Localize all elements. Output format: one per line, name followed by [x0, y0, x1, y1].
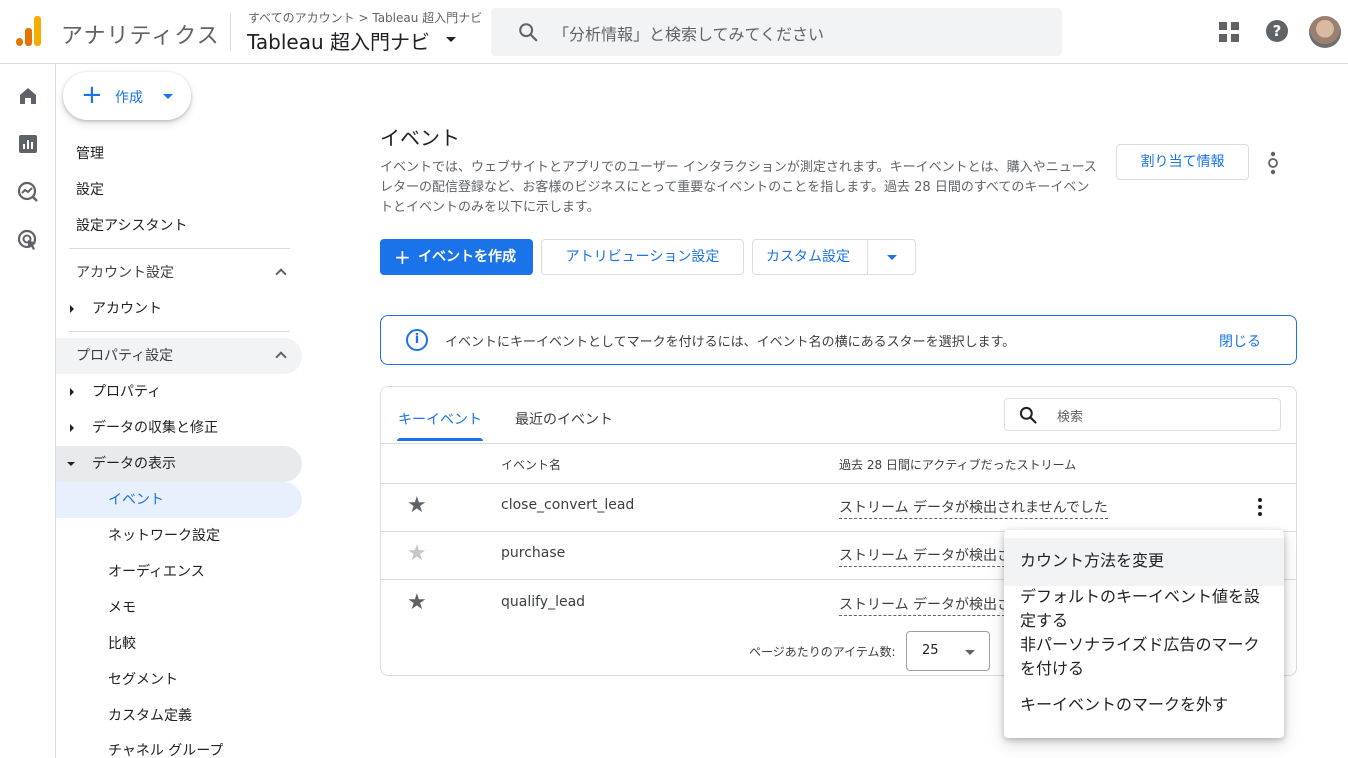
stream-status-cell[interactable]: ストリーム データが検出されませんでした [839, 497, 1108, 519]
nav-item-data-collection[interactable]: データの収集と修正 [92, 410, 218, 446]
items-per-page-value: 25 [922, 643, 939, 658]
left-rail [0, 64, 56, 758]
column-header-streams[interactable]: 過去 28 日間にアクティブだったストリーム [839, 456, 1076, 473]
plus-icon: + [394, 245, 411, 269]
nav-item-network-settings[interactable]: ネットワーク設定 [108, 518, 220, 554]
expand-arrow-icon[interactable] [70, 424, 74, 432]
table-search-placeholder: 検索 [1057, 410, 1084, 425]
nav-divider [69, 331, 290, 332]
chevron-down-icon[interactable] [887, 255, 897, 260]
chevron-down-icon [965, 650, 975, 655]
info-banner: i イベントにキーイベントとしてマークを付けるには、イベント名の横にあるスターを… [380, 315, 1297, 365]
stream-status-cell[interactable]: ストリーム データが検出されませんでした [839, 545, 1005, 567]
search-icon [1019, 406, 1037, 424]
event-name-cell[interactable]: close_convert_lead [501, 497, 634, 513]
nav-item-data-display[interactable]: データの表示 [92, 446, 176, 482]
advertising-icon[interactable] [16, 228, 40, 252]
column-header-event-name[interactable]: イベント名 [501, 456, 561, 473]
help-icon[interactable]: ? [1266, 20, 1288, 42]
more-options-icon[interactable] [1263, 150, 1283, 176]
table-search-input[interactable]: 検索 [1004, 398, 1281, 431]
property-caret-icon[interactable] [446, 37, 456, 42]
nav-item-notes[interactable]: メモ [108, 590, 136, 626]
global-search-placeholder: 「分析情報」と検索してみてください [553, 25, 825, 44]
star-filled-icon[interactable]: ★ [407, 592, 427, 614]
row-more-options-icon[interactable] [1255, 497, 1265, 517]
assignment-info-button[interactable]: 割り当て情報 [1116, 144, 1249, 180]
header-divider [230, 14, 231, 50]
items-per-page-select[interactable]: 25 [906, 631, 990, 671]
collapse-arrow-icon[interactable] [67, 462, 75, 466]
info-banner-text: イベントにキーイベントとしてマークを付けるには、イベント名の横にあるスターを選択… [445, 335, 1016, 350]
explore-icon[interactable] [16, 180, 40, 204]
nav-divider [69, 248, 290, 249]
top-app-bar: アナリティクス すべてのアカウント > Tableau 超入門ナビ Tablea… [0, 0, 1348, 64]
page-description: イベントでは、ウェブサイトとアプリでのユーザー インタラクションが測定されます。… [380, 160, 1097, 215]
property-selector[interactable]: Tableau 超入門ナビ [247, 26, 430, 55]
banner-close-button[interactable]: 閉じる [1219, 331, 1261, 351]
nav-item-property[interactable]: プロパティ [92, 374, 161, 410]
expand-arrow-icon[interactable] [70, 305, 74, 313]
table-divider [381, 443, 1296, 444]
event-name-cell[interactable]: qualify_lead [501, 594, 585, 610]
info-icon: i [406, 329, 428, 351]
page-title: イベント [380, 126, 460, 150]
avatar[interactable] [1309, 16, 1341, 48]
expand-arrow-icon[interactable] [70, 388, 74, 396]
stream-status-cell[interactable]: ストリーム データが検出されませんでした [839, 594, 1005, 616]
nav-item-audiences[interactable]: オーディエンス [108, 554, 205, 590]
event-name-cell[interactable]: purchase [501, 545, 565, 561]
app-title[interactable]: アナリティクス [61, 18, 220, 50]
apps-grid-icon[interactable] [1219, 22, 1239, 42]
table-divider [381, 483, 1296, 484]
search-icon [519, 23, 538, 42]
menu-item-mark-non-personalized[interactable]: 非パーソナライズド広告のマークを付ける [1020, 633, 1272, 681]
menu-item-unmark-key-event[interactable]: キーイベントのマークを外す [1020, 693, 1272, 717]
tab-recent-events[interactable]: 最近のイベント [515, 409, 613, 429]
tab-active-indicator [397, 438, 483, 441]
plus-icon: + [81, 80, 103, 110]
menu-item-set-default-value[interactable]: デフォルトのキーイベント値を設定する [1020, 585, 1272, 633]
reports-icon[interactable] [16, 132, 40, 156]
analytics-logo-icon[interactable] [16, 16, 42, 46]
star-filled-icon[interactable]: ★ [407, 495, 427, 517]
tab-key-events[interactable]: キーイベント [398, 409, 482, 429]
attribution-settings-button[interactable]: アトリビューション設定 [541, 239, 744, 275]
nav-item-custom-definitions[interactable]: カスタム定義 [108, 698, 192, 734]
nav-section-property-settings[interactable]: プロパティ設定 [76, 338, 173, 374]
chevron-up-icon[interactable] [275, 268, 287, 280]
nav-item-channel-groups[interactable]: チャネル グループ [108, 733, 223, 758]
nav-item-events[interactable]: イベント [108, 482, 164, 518]
create-event-label: イベントを作成 [418, 249, 516, 265]
nav-item-settings[interactable]: 設定 [76, 172, 104, 208]
nav-item-segments[interactable]: セグメント [108, 662, 178, 698]
custom-settings-split-button: カスタム設定 [752, 239, 916, 275]
nav-selected-highlight [56, 482, 302, 518]
nav-item-admin[interactable]: 管理 [76, 136, 104, 172]
row-context-menu: カウント方法を変更 デフォルトのキーイベント値を設定する 非パーソナライズド広告… [1004, 530, 1284, 738]
nav-item-comparisons[interactable]: 比較 [108, 626, 136, 662]
breadcrumb[interactable]: すべてのアカウント > Tableau 超入門ナビ [248, 9, 482, 26]
nav-item-setup-assistant[interactable]: 設定アシスタント [76, 208, 187, 244]
nav-item-account[interactable]: アカウント [92, 291, 162, 327]
global-search-input[interactable]: 「分析情報」と検索してみてください [491, 8, 1062, 56]
create-button-label: 作成 [115, 90, 143, 106]
nav-section-account-settings[interactable]: アカウント設定 [76, 255, 174, 291]
split-divider [867, 240, 868, 274]
star-outline-icon[interactable]: ★ [407, 543, 427, 565]
home-icon[interactable] [16, 84, 40, 108]
create-event-button[interactable]: + イベントを作成 [380, 239, 533, 275]
custom-settings-button[interactable]: カスタム設定 [766, 240, 850, 274]
items-per-page-label: ページあたりのアイテム数: [749, 645, 896, 659]
create-button[interactable]: + 作成 [63, 72, 191, 120]
menu-item-change-counting[interactable]: カウント方法を変更 [1020, 549, 1272, 573]
chevron-down-icon [163, 94, 173, 99]
